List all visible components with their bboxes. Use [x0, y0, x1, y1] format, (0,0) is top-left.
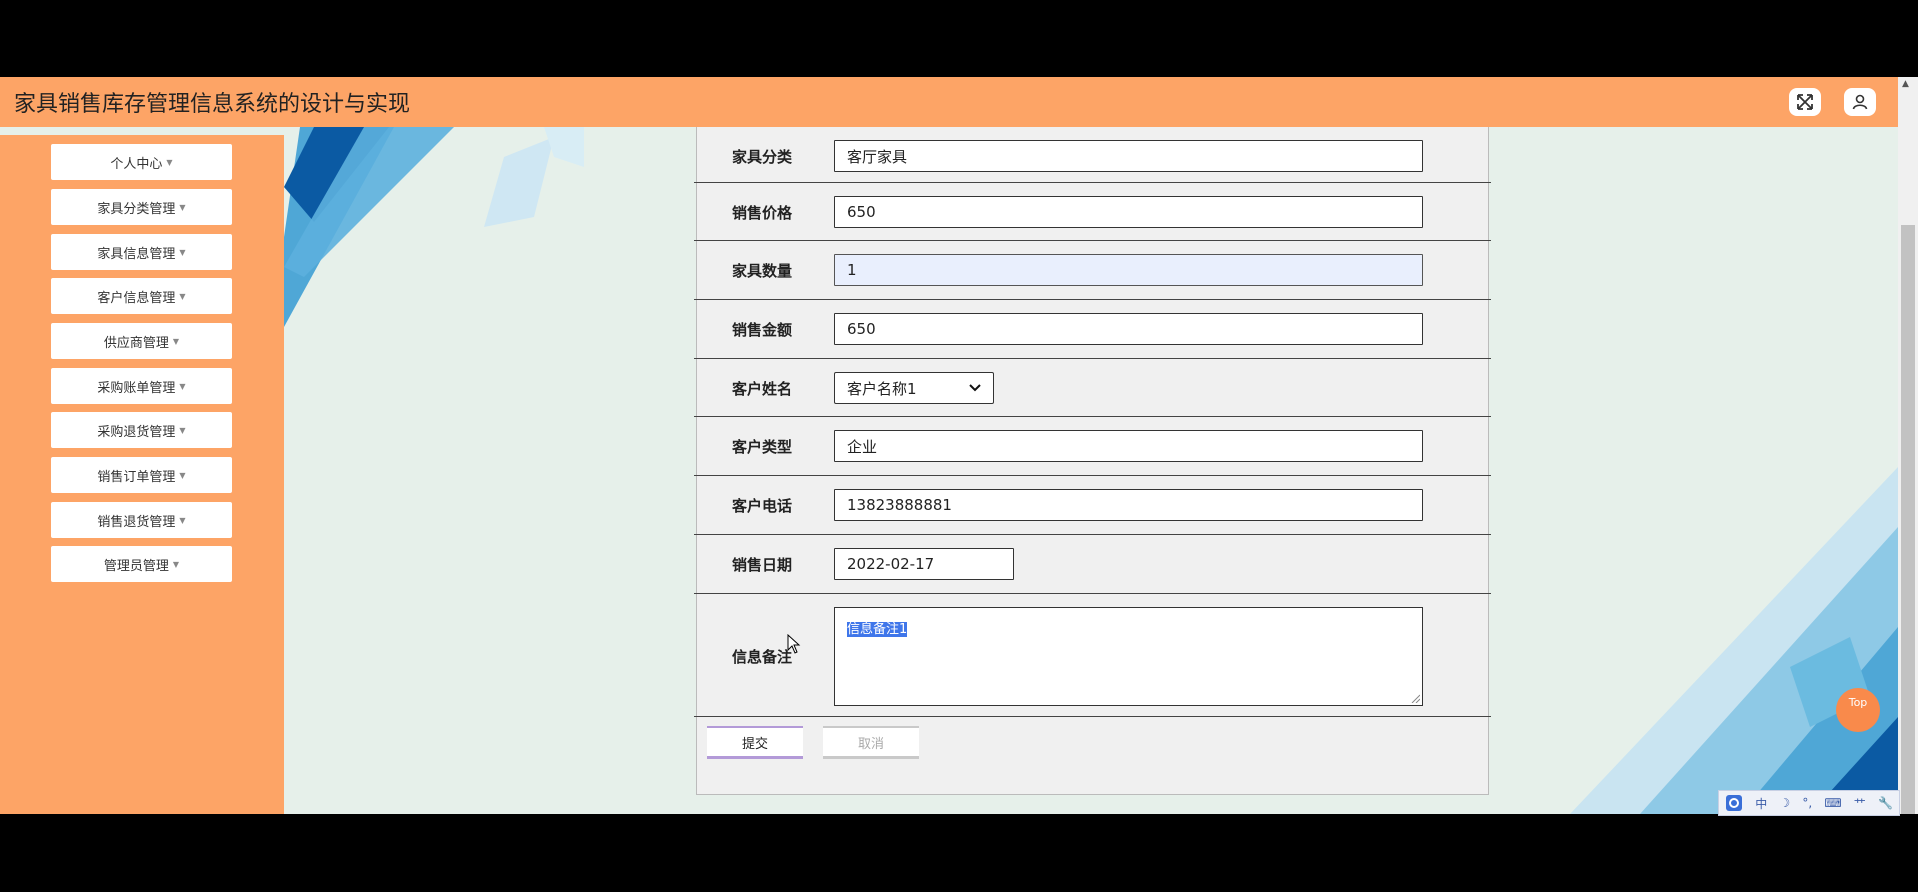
page-scrollbar[interactable]: ▲ — [1898, 77, 1918, 814]
quantity-label: 家具数量 — [732, 262, 793, 280]
caret-down-icon: ▼ — [166, 157, 173, 167]
customer-type-input[interactable]: 企业 — [834, 430, 1423, 462]
sale-date-label: 销售日期 — [732, 556, 793, 574]
caret-down-icon: ▼ — [179, 291, 186, 301]
remark-label: 信息备注 — [732, 648, 793, 666]
category-label: 家具分类 — [732, 148, 793, 166]
form-row-customer-type: 客户类型 企业 — [694, 417, 1491, 476]
amount-label: 销售金额 — [732, 321, 793, 339]
form-row-amount: 销售金额 650 — [694, 300, 1491, 359]
sidebar-item-category[interactable]: 家具分类管理 ▼ — [51, 189, 232, 225]
caret-down-icon: ▼ — [172, 559, 180, 569]
form-row-price: 销售价格 650 — [694, 183, 1491, 241]
customer-type-label: 客户类型 — [732, 438, 793, 456]
cancel-button[interactable]: 取消 — [823, 726, 919, 759]
scroll-up-arrow-icon[interactable]: ▲ — [1902, 79, 1909, 89]
sidebar-item-label: 采购账单管理 — [97, 380, 176, 396]
customer-name-selected: 客户名称1 — [847, 379, 917, 398]
caret-down-icon: ▼ — [179, 470, 186, 480]
caret-down-icon: ▼ — [179, 381, 186, 391]
resize-grip-icon[interactable] — [1410, 693, 1420, 703]
sidebar-item-customer[interactable]: 客户信息管理 ▼ — [51, 278, 232, 314]
ime-skin-icon[interactable]: ⺾ — [1854, 795, 1866, 812]
punctuation-icon[interactable]: °, — [1802, 796, 1812, 810]
back-to-top-button[interactable]: Top — [1836, 688, 1880, 732]
customer-name-select[interactable]: 客户名称1 — [834, 372, 994, 404]
remark-text: 信息备注1 — [847, 622, 908, 637]
user-icon — [1852, 94, 1868, 110]
sidebar-item-label: 采购退货管理 — [97, 424, 176, 440]
quantity-input[interactable]: 1 — [834, 254, 1423, 286]
form-row-customer-phone: 客户电话 13823888881 — [694, 476, 1491, 535]
chevron-down-icon — [969, 384, 981, 392]
content-area: 个人中心 ▼ 家具分类管理 ▼ 家具信息管理 ▼ 客户信息管理 ▼ 供应商管理 ▼ 采购账… — [0, 127, 1898, 814]
caret-down-icon: ▼ — [179, 425, 186, 435]
form-row-customer-name: 客户姓名 客户名称1 — [694, 359, 1491, 417]
ime-language-toggle[interactable]: 中 — [1755, 795, 1767, 812]
sidebar-item-label: 家具信息管理 — [97, 246, 176, 262]
sidebar-item-label: 管理员管理 — [103, 558, 169, 574]
sidebar-item-supplier[interactable]: 供应商管理 ▼ — [51, 323, 232, 359]
price-input[interactable]: 650 — [834, 196, 1423, 228]
background-decoration-left — [284, 127, 584, 327]
ime-toolbar: 中 ☽ °, ⌨ ⺾ 🔧 — [1718, 790, 1900, 816]
scrollbar-thumb[interactable] — [1901, 225, 1915, 814]
app-header: 家具销售库存管理信息系统的设计与实现 — [0, 77, 1898, 127]
sidebar-item-label: 家具分类管理 — [97, 201, 176, 217]
wrench-icon[interactable]: 🔧 — [1878, 796, 1893, 810]
sidebar: 个人中心 ▼ 家具分类管理 ▼ 家具信息管理 ▼ 客户信息管理 ▼ 供应商管理 ▼ 采购账… — [0, 135, 284, 814]
submit-button[interactable]: 提交 — [707, 726, 803, 759]
user-menu-button[interactable] — [1844, 88, 1876, 116]
customer-name-label: 客户姓名 — [732, 380, 793, 398]
form-row-sale-date: 销售日期 2022-02-17 — [694, 535, 1491, 594]
sidebar-item-personal-center[interactable]: 个人中心 ▼ — [51, 144, 232, 180]
amount-input[interactable]: 650 — [834, 313, 1423, 345]
remark-textarea[interactable]: 信息备注1 — [834, 607, 1423, 706]
customer-phone-label: 客户电话 — [732, 497, 793, 515]
app-frame: 家具销售库存管理信息系统的设计与实现 个人中心 ▼ 家具分类管理 ▼ 家具信息管… — [0, 77, 1898, 814]
sidebar-item-purchase-bill[interactable]: 采购账单管理 ▼ — [51, 368, 232, 404]
form-row-quantity: 家具数量 1 — [694, 241, 1491, 300]
sidebar-item-sales-order[interactable]: 销售订单管理 ▼ — [51, 457, 232, 493]
background-decoration-right — [1570, 467, 1898, 814]
mouse-cursor-icon — [787, 634, 801, 654]
form-row-category: 家具分类 客厅家具 — [694, 127, 1491, 183]
fullscreen-button[interactable] — [1789, 88, 1821, 116]
sidebar-item-label: 客户信息管理 — [97, 290, 176, 306]
sidebar-item-label: 供应商管理 — [103, 335, 169, 351]
price-label: 销售价格 — [732, 204, 793, 222]
form-row-remark: 信息备注 信息备注1 — [694, 594, 1491, 717]
caret-down-icon: ▼ — [179, 515, 186, 525]
keyboard-icon[interactable]: ⌨ — [1824, 796, 1841, 810]
sidebar-item-purchase-return[interactable]: 采购退货管理 ▼ — [51, 412, 232, 448]
caret-down-icon: ▼ — [172, 336, 180, 346]
sidebar-item-sales-return[interactable]: 销售退货管理 ▼ — [51, 502, 232, 538]
category-input[interactable]: 客厅家具 — [834, 140, 1423, 172]
sidebar-item-label: 销售退货管理 — [97, 514, 176, 530]
moon-icon[interactable]: ☽ — [1779, 796, 1790, 810]
caret-down-icon: ▼ — [179, 247, 186, 257]
sidebar-item-furniture[interactable]: 家具信息管理 ▼ — [51, 234, 232, 270]
sidebar-item-label: 销售订单管理 — [97, 469, 176, 485]
expand-arrows-icon — [1797, 94, 1813, 110]
sale-date-input[interactable]: 2022-02-17 — [834, 548, 1014, 580]
customer-phone-input[interactable]: 13823888881 — [834, 489, 1423, 521]
caret-down-icon: ▼ — [179, 202, 186, 212]
page-title: 家具销售库存管理信息系统的设计与实现 — [14, 92, 411, 117]
sidebar-item-label: 个人中心 — [110, 156, 163, 172]
sidebar-item-admin[interactable]: 管理员管理 ▼ — [51, 546, 232, 582]
ime-logo-icon[interactable] — [1725, 794, 1743, 812]
sales-form: 家具分类 客厅家具 销售价格 650 家具数量 1 销售金额 650 客户姓名 — [694, 127, 1491, 795]
form-actions: 提交 取消 — [707, 726, 1107, 762]
